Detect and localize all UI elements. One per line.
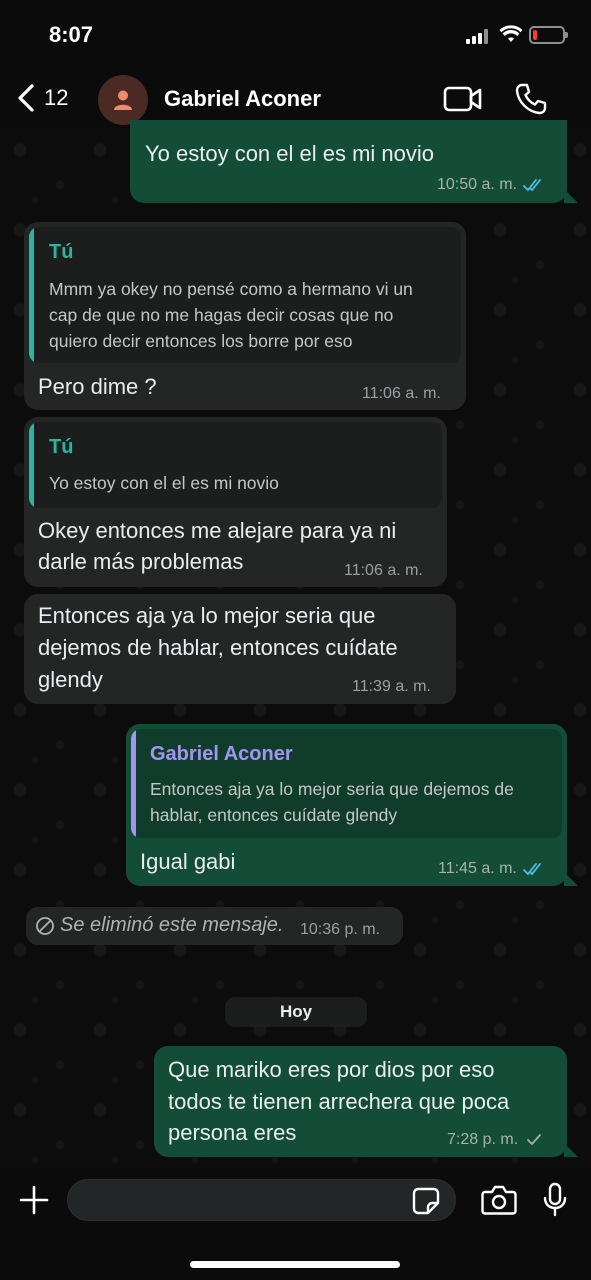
message-text-line: todos te tienen arrechera que poca (168, 1089, 510, 1114)
message-input[interactable] (67, 1179, 456, 1221)
message-text-line: glendy (38, 667, 103, 692)
mic-icon[interactable] (543, 1182, 567, 1218)
quote-author: Gabriel Aconer (150, 743, 293, 765)
blocked-icon (36, 917, 54, 935)
message-time: 11:06 (344, 562, 383, 579)
wifi-icon (499, 25, 523, 42)
message-period: a. m. (481, 860, 517, 877)
message-time: 10:50 (437, 176, 478, 193)
quoted-message[interactable]: Tú Mmm ya okey no pensé como a hermano v… (29, 227, 461, 363)
avatar[interactable] (98, 75, 148, 125)
message-text: Yo estoy con el el es mi novio (145, 141, 435, 166)
date-separator: Hoy (225, 997, 367, 1027)
bubble-tail (564, 189, 578, 203)
message-bubble-incoming[interactable]: Tú Mmm ya okey no pensé como a hermano v… (24, 222, 466, 410)
message-time: 10:36 (300, 921, 341, 938)
quote-author: Tú (49, 436, 74, 458)
quoted-message[interactable]: Gabriel Aconer Entonces aja ya lo mejor … (131, 729, 562, 838)
message-meta: 11:45 a. m. (438, 860, 547, 878)
message-text-line: dejemos de hablar, entonces cuídate (38, 635, 398, 660)
message-period: p. m. (344, 921, 381, 938)
message-bubble-incoming[interactable]: Tú Yo estoy con el el es mi novio Okey e… (24, 417, 447, 587)
back-chevron-icon (18, 84, 34, 112)
message-meta: 10:36 p. m. (300, 921, 380, 939)
message-time: 11:45 (438, 860, 477, 877)
status-time: 8:07 (49, 22, 94, 47)
message-bubble-incoming[interactable]: Entonces aja ya lo mejor seria que dejem… (24, 594, 456, 704)
person-icon (114, 90, 132, 110)
quote-author: Tú (49, 241, 74, 263)
quote-line: quiero decir entonces los borre por eso (49, 331, 353, 351)
quote-line: cap de que no me hagas decir cosas que n… (49, 305, 394, 325)
message-meta: 11:06 a. m. (362, 385, 441, 403)
plus-icon[interactable] (18, 1184, 50, 1216)
battery-icon (529, 26, 568, 44)
message-bubble-outgoing[interactable]: Yo estoy con el el es mi novio 10:50 a. … (130, 120, 567, 203)
message-meta: 11:39 a. m. (352, 678, 431, 696)
quote-line: hablar, entonces cuídate glendy (150, 805, 398, 825)
bubble-tail (564, 1143, 578, 1157)
read-ticks-icon (523, 179, 541, 192)
message-text-line: darle más problemas (38, 549, 244, 574)
unread-count: 12 (44, 85, 69, 110)
message-text-line: Que mariko eres por dios por eso (168, 1057, 495, 1082)
message-meta: 11:06 a. m. (344, 562, 423, 580)
deleted-message-text: Se eliminó este mensaje. (60, 914, 284, 936)
message-text: Igual gabi (140, 849, 236, 874)
message-text-line: Entonces aja ya lo mejor seria que (38, 603, 376, 628)
message-time: 7:28 (447, 1131, 479, 1148)
video-call-icon[interactable] (443, 84, 483, 114)
message-time: 11:39 (352, 678, 391, 695)
back-button[interactable]: 12 (14, 82, 68, 114)
home-indicator (190, 1261, 400, 1268)
signal-icon (466, 28, 490, 44)
quoted-message[interactable]: Tú Yo estoy con el el es mi novio (29, 422, 442, 508)
message-text-line: Okey entonces me alejare para ya ni (38, 518, 397, 543)
quote-line: Entonces aja ya lo mejor seria que dejem… (150, 779, 514, 799)
sent-tick-icon (527, 1134, 542, 1146)
message-meta: 7:28 p. m. (447, 1131, 548, 1149)
status-bar: 8:07 (0, 0, 591, 70)
message-time: 11:06 (362, 385, 401, 402)
sticker-icon[interactable] (412, 1187, 440, 1215)
deleted-message[interactable]: Se eliminó este mensaje. 10:36 p. m. (26, 907, 403, 945)
phone-icon[interactable] (514, 82, 548, 116)
message-meta: 10:50 a. m. (437, 176, 547, 194)
message-period: p. m. (482, 1131, 519, 1148)
message-period: a. m. (481, 176, 518, 193)
message-bubble-outgoing[interactable]: Que mariko eres por dios por eso todos t… (154, 1046, 567, 1157)
message-bubble-outgoing[interactable]: Gabriel Aconer Entonces aja ya lo mejor … (126, 724, 567, 886)
message-composer (0, 1170, 591, 1280)
read-ticks-icon (522, 863, 541, 876)
message-text: Pero dime ? (38, 374, 157, 399)
quote-line: Mmm ya okey no pensé como a hermano vi u… (49, 279, 413, 299)
message-period: a. m. (387, 562, 423, 579)
message-period: a. m. (395, 678, 431, 695)
contact-name[interactable]: Gabriel Aconer (164, 86, 321, 112)
camera-icon[interactable] (481, 1184, 517, 1216)
quote-line: Yo estoy con el el es mi novio (49, 473, 279, 493)
message-text-line: persona eres (168, 1120, 297, 1145)
bubble-tail (564, 872, 578, 886)
message-period: a. m. (405, 385, 441, 402)
